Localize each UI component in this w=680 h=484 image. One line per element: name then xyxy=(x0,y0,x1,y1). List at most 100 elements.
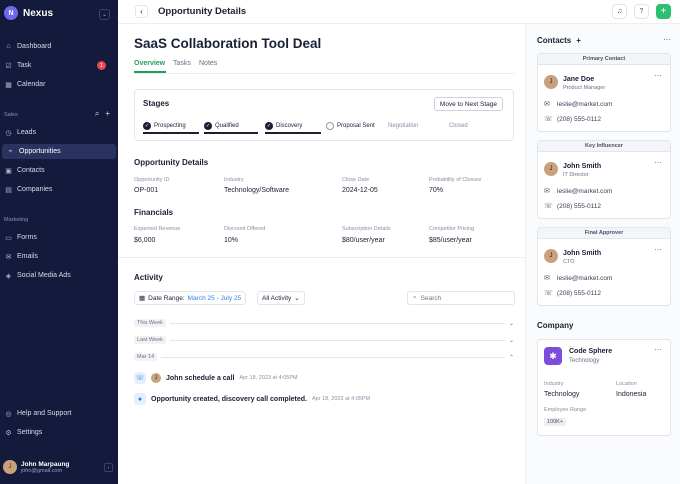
contact-email[interactable]: ✉ leslie@market.com xyxy=(544,274,612,283)
more-icon[interactable]: ⋯ xyxy=(663,35,672,44)
field-value: 70% xyxy=(429,187,444,194)
contact-position: Product Manager xyxy=(563,85,606,91)
contact-name[interactable]: John Smith xyxy=(563,250,601,257)
company-name[interactable]: Code Sphere xyxy=(569,348,612,355)
company-sector: Technology xyxy=(569,358,600,364)
leads-icon: ◷ xyxy=(5,129,12,137)
activity-text: Opportunity created, discovery call comp… xyxy=(151,395,307,403)
add-button[interactable]: + xyxy=(656,4,671,19)
activity-group-last-week[interactable]: Last Week ⌄ xyxy=(134,335,514,345)
chevron-left-icon: ‹ xyxy=(140,7,143,16)
help-icon: ◎ xyxy=(5,410,12,418)
stage-progress-bar xyxy=(204,132,258,134)
stage-discovery[interactable]: ✓ Discovery xyxy=(265,120,302,132)
field-value: $80/user/year xyxy=(342,237,385,244)
contact-card: Final Approver J John Smith CTO ⋯ ✉ lesli… xyxy=(537,227,671,306)
more-icon[interactable]: ⋯ xyxy=(654,345,663,354)
sidebar-item-opportunities[interactable]: ⌖ Opportunities xyxy=(2,144,116,159)
tab-overview[interactable]: Overview xyxy=(134,60,165,67)
activity-heading: Activity xyxy=(134,273,163,282)
sidebar-item-label: Settings xyxy=(17,429,43,436)
field-label: Employee Range xyxy=(544,407,587,413)
avatar: J xyxy=(544,75,558,89)
check-icon: ✓ xyxy=(143,122,151,130)
plus-icon[interactable]: + xyxy=(105,109,110,119)
email-text: leslie@market.com xyxy=(557,187,613,195)
main-content: SaaS Collaboration Tool Deal Overview Ta… xyxy=(118,24,526,484)
activity-group-this-week[interactable]: This Week ⌄ xyxy=(134,318,514,328)
field-label: Industry xyxy=(544,381,564,387)
phone-icon: ☏ xyxy=(544,290,553,297)
brand[interactable]: N Nexus xyxy=(4,6,53,20)
sidebar-item-settings[interactable]: ⚙ Settings xyxy=(0,425,114,440)
email-text: leslie@market.com xyxy=(557,100,613,108)
sidebar-item-help[interactable]: ◎ Help and Support xyxy=(0,406,114,421)
contact-name[interactable]: Jane Doe xyxy=(563,76,594,83)
brand-name: Nexus xyxy=(23,7,54,19)
user-menu-button[interactable]: › xyxy=(104,463,113,472)
notifications-button[interactable]: ♫ xyxy=(612,4,627,19)
sidebar-collapse-button[interactable]: ⌄ xyxy=(99,9,110,20)
more-icon[interactable]: ⋯ xyxy=(654,245,663,254)
field-label: Subscription Details xyxy=(342,226,391,232)
current-user[interactable]: J John Marpaung john@gmail.com › xyxy=(3,460,115,474)
stage-closed[interactable]: Closed xyxy=(449,120,468,132)
plus-icon[interactable]: + xyxy=(576,36,581,45)
group-label: Mar 14 xyxy=(134,353,158,361)
field-value: $6,000 xyxy=(134,237,156,244)
section-label-marketing: Marketing xyxy=(4,217,29,223)
chevron-up-icon: ⌃ xyxy=(508,354,514,361)
sidebar-item-social-media-ads[interactable]: ◈ Social Media Ads xyxy=(0,268,114,283)
back-button[interactable]: ‹ xyxy=(135,5,148,18)
tab-tasks[interactable]: Tasks xyxy=(173,60,191,67)
field-value: OP-001 xyxy=(134,187,159,194)
sidebar-item-leads[interactable]: ◷ Leads xyxy=(0,125,114,140)
calendar-icon: ▦ xyxy=(139,295,146,302)
search-icon[interactable]: ⌕ xyxy=(95,109,99,119)
sidebar: N Nexus ⌄ ⌂ Dashboard ☑ Task 1 ▦ Calenda… xyxy=(0,0,118,484)
contact-email[interactable]: ✉ leslie@market.com xyxy=(544,187,613,196)
tag-icon: ⌖ xyxy=(8,147,13,155)
activity-item[interactable]: ● Opportunity created, discovery call co… xyxy=(134,393,370,405)
sidebar-item-task[interactable]: ☑ Task 1 xyxy=(0,58,114,73)
stage-negotiation[interactable]: Negotiation xyxy=(388,120,418,132)
phone-text: (208) 555-0112 xyxy=(557,115,601,123)
stage-proposal-sent[interactable]: Proposal Sent xyxy=(326,120,375,132)
contact-phone[interactable]: ☏ (208) 555-0112 xyxy=(544,289,601,298)
contact-card: Primary Contact J Jane Doe Product Manag… xyxy=(537,53,671,132)
field-label: Close Date xyxy=(342,177,370,183)
activity-item[interactable]: ☏ J John schedule a call Apr 18, 2023 at… xyxy=(134,372,298,384)
contact-role-title: Final Approver xyxy=(538,228,670,239)
activity-filter-select[interactable]: All Activity ⌄ xyxy=(257,291,305,305)
activity-search[interactable]: ⌕ xyxy=(407,291,515,305)
more-icon[interactable]: ⋯ xyxy=(654,71,663,80)
sidebar-item-dashboard[interactable]: ⌂ Dashboard xyxy=(0,39,114,54)
tab-notes[interactable]: Notes xyxy=(199,60,217,67)
contact-name[interactable]: John Smith xyxy=(563,163,601,170)
move-to-next-stage-button[interactable]: Move to Next Stage xyxy=(433,97,503,111)
sidebar-item-forms[interactable]: ▭ Forms xyxy=(0,230,114,245)
building-icon: ▤ xyxy=(5,186,12,194)
sidebar-item-calendar[interactable]: ▦ Calendar xyxy=(0,77,114,92)
mail-icon: ✉ xyxy=(5,253,12,261)
activity-group-mar-14[interactable]: Mar 14 ⌃ xyxy=(134,352,514,362)
avatar: J xyxy=(544,162,558,176)
date-range-picker[interactable]: ▦ Date Range: March 25 - July 25 xyxy=(134,291,247,305)
help-button[interactable]: ? xyxy=(634,4,649,19)
stage-prospecting[interactable]: ✓ Prospecting xyxy=(143,120,186,132)
sidebar-item-emails[interactable]: ✉ Emails xyxy=(0,249,114,264)
sidebar-item-companies[interactable]: ▤ Companies xyxy=(0,182,114,197)
contact-email[interactable]: ✉ leslie@market.com xyxy=(544,100,613,109)
search-input[interactable] xyxy=(420,294,501,302)
user-name: John Marpaung xyxy=(21,460,70,468)
check-icon: ✓ xyxy=(265,122,273,130)
more-icon[interactable]: ⋯ xyxy=(654,158,663,167)
contact-phone[interactable]: ☏ (208) 555-0112 xyxy=(544,115,601,124)
sidebar-item-label: Forms xyxy=(17,234,37,241)
stage-qualified[interactable]: ✓ Qualified xyxy=(204,120,239,132)
field-value: Indonesia xyxy=(616,391,647,398)
contact-phone[interactable]: ☏ (208) 555-0112 xyxy=(544,202,601,211)
gear-icon: ⚙ xyxy=(5,429,12,437)
contacts-icon: ▣ xyxy=(5,167,12,175)
sidebar-item-contacts[interactable]: ▣ Contacts xyxy=(0,163,114,178)
